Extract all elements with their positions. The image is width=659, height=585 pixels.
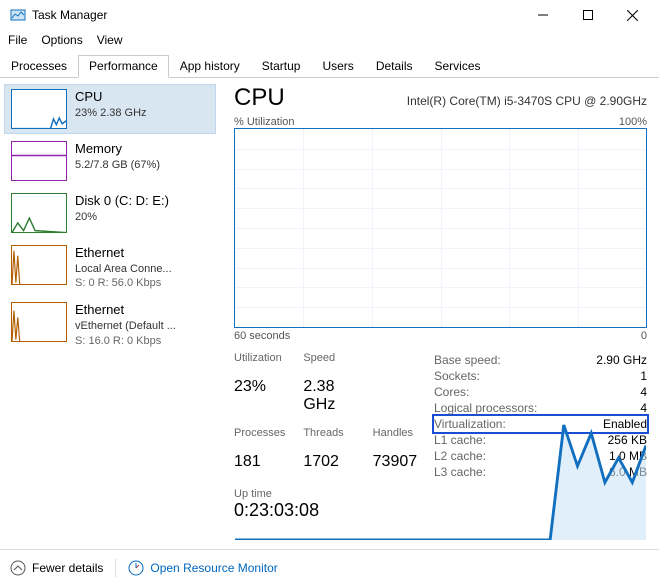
ethernet2-thumb — [11, 302, 67, 342]
titlebar[interactable]: Task Manager — [0, 0, 659, 30]
ethernet1-thumb — [11, 245, 67, 285]
fewer-details-link[interactable]: Fewer details — [32, 561, 103, 575]
sidebar-eth1-title: Ethernet — [75, 245, 172, 262]
sidebar: CPU 23% 2.38 GHz Memory 5.2/7.8 GB (67%)… — [0, 78, 220, 548]
sidebar-cpu-sub: 23% 2.38 GHz — [75, 106, 147, 120]
tab-details[interactable]: Details — [365, 55, 424, 78]
menu-view[interactable]: View — [97, 33, 123, 47]
disk-thumb — [11, 193, 67, 233]
cpu-model: Intel(R) Core(TM) i5-3470S CPU @ 2.90GHz — [301, 94, 647, 108]
sidebar-cpu-title: CPU — [75, 89, 147, 106]
sidebar-memory-title: Memory — [75, 141, 160, 158]
tab-performance[interactable]: Performance — [78, 55, 169, 78]
app-icon — [10, 7, 26, 23]
window-controls — [520, 1, 655, 29]
footer: Fewer details Open Resource Monitor — [0, 549, 659, 585]
sidebar-eth2-sub2: S: 16.0 R: 0 Kbps — [75, 334, 176, 348]
resource-monitor-icon[interactable] — [128, 560, 144, 576]
sidebar-item-ethernet-2[interactable]: Ethernet vEthernet (Default ... S: 16.0 … — [4, 297, 216, 352]
maximize-button[interactable] — [565, 1, 610, 29]
sidebar-item-disk[interactable]: Disk 0 (C: D: E:) 20% — [4, 188, 216, 238]
sidebar-item-memory[interactable]: Memory 5.2/7.8 GB (67%) — [4, 136, 216, 186]
app-title: Task Manager — [32, 8, 520, 22]
sidebar-eth1-sub2: S: 0 R: 56.0 Kbps — [75, 276, 172, 290]
axis-top-left: % Utilization — [234, 116, 295, 128]
minimize-button[interactable] — [520, 1, 565, 29]
close-button[interactable] — [610, 1, 655, 29]
sidebar-eth2-sub1: vEthernet (Default ... — [75, 319, 176, 333]
page-heading: CPU — [234, 84, 285, 112]
separator — [115, 559, 116, 577]
chevron-up-icon[interactable] — [10, 560, 26, 576]
tab-bar: Processes Performance App history Startu… — [0, 54, 659, 78]
menu-options[interactable]: Options — [41, 33, 82, 47]
sidebar-memory-sub: 5.2/7.8 GB (67%) — [75, 158, 160, 172]
tab-startup[interactable]: Startup — [251, 55, 312, 78]
memory-thumb — [11, 141, 67, 181]
axis-top-right: 100% — [619, 116, 647, 128]
tab-services[interactable]: Services — [424, 55, 492, 78]
tab-processes[interactable]: Processes — [0, 55, 78, 78]
sidebar-eth2-title: Ethernet — [75, 302, 176, 319]
sidebar-item-ethernet-1[interactable]: Ethernet Local Area Conne... S: 0 R: 56.… — [4, 240, 216, 295]
open-resource-monitor-link[interactable]: Open Resource Monitor — [150, 561, 277, 575]
sidebar-disk-title: Disk 0 (C: D: E:) — [75, 193, 169, 210]
tab-app-history[interactable]: App history — [169, 55, 251, 78]
main-pane: CPU Intel(R) Core(TM) i5-3470S CPU @ 2.9… — [220, 78, 659, 548]
utilization-chart — [234, 128, 647, 328]
tab-users[interactable]: Users — [311, 55, 364, 78]
sidebar-disk-sub: 20% — [75, 210, 169, 224]
content: CPU 23% 2.38 GHz Memory 5.2/7.8 GB (67%)… — [0, 78, 659, 548]
sidebar-item-cpu[interactable]: CPU 23% 2.38 GHz — [4, 84, 216, 134]
menubar: File Options View — [0, 30, 659, 50]
cpu-thumb — [11, 89, 67, 129]
sidebar-eth1-sub1: Local Area Conne... — [75, 262, 172, 276]
menu-file[interactable]: File — [8, 33, 27, 47]
